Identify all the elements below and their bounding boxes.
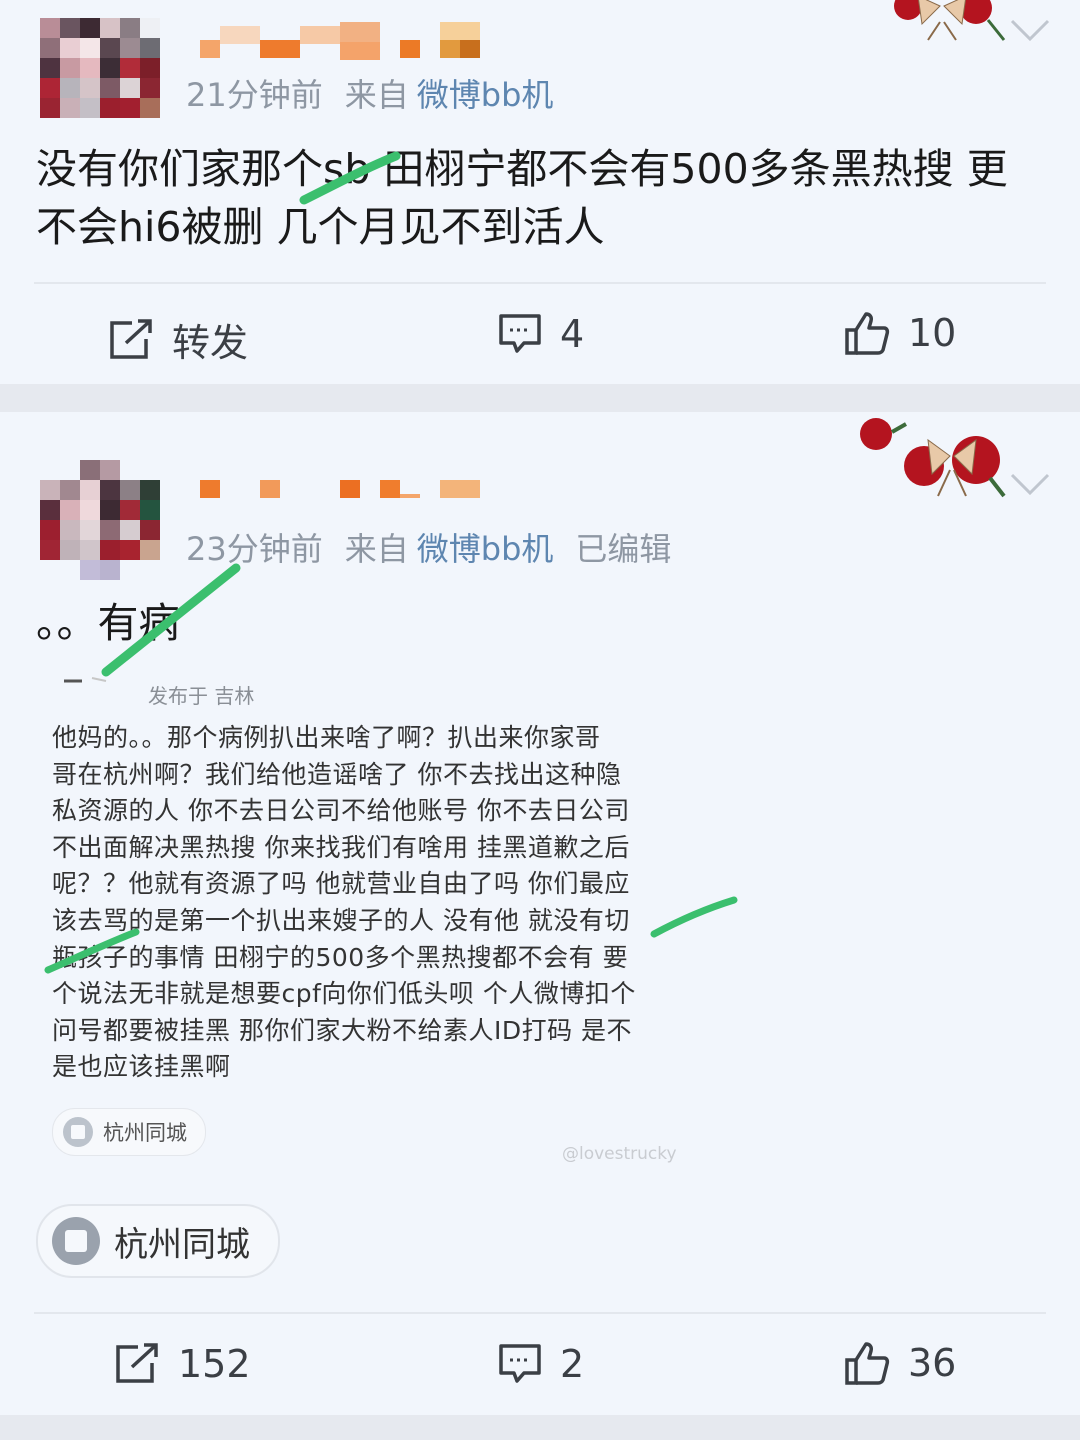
post-text: 。。有病 [36, 599, 180, 647]
comment-icon [499, 314, 541, 353]
building-icon [63, 1117, 93, 1147]
building-icon [52, 1217, 100, 1265]
like-button[interactable]: 10 [844, 310, 956, 356]
post-time: 23分钟前 [186, 530, 323, 568]
comment-count: 2 [560, 1342, 585, 1386]
embed-line: 是也应该挂黑啊 [52, 1052, 231, 1082]
post-text: 没有你们家那个sb 田栩宁都不会有500多条黑热搜 更 不会hi6被删 几个月见… [36, 140, 1046, 256]
avatar[interactable] [40, 460, 160, 580]
chevron-down-icon[interactable] [1010, 18, 1050, 42]
location-label: 杭州同城 [114, 1224, 250, 1265]
embed-line: 不出面解决黑热搜 你来找我们有啥用 挂黑道歉之后 [52, 832, 630, 862]
post-time: 21分钟前 [186, 76, 323, 114]
divider [34, 1312, 1046, 1314]
embed-body: 他妈的。。那个病例扒出来啥了啊？扒出来你家哥 哥在杭州啊？我们给他造谣啥了 你不… [52, 720, 702, 1086]
like-count: 10 [908, 311, 957, 355]
embed-line: 该去骂的是第一个扒出来嫂子的人 没有他 就没有切 [52, 905, 630, 935]
divider [34, 282, 1046, 284]
embed-location-label: 杭州同城 [103, 1121, 187, 1145]
location-chip[interactable]: 杭州同城 [36, 1204, 280, 1278]
nickname-blurred[interactable] [200, 478, 490, 518]
comment-icon [499, 1344, 541, 1383]
like-count: 36 [908, 1341, 957, 1385]
source-link[interactable]: 微博bb机 [417, 76, 554, 114]
post-card: 21分钟前 来自 微博bb机 没有你们家那个sb 田栩宁都不会有500多条黑热搜 更… [0, 0, 1080, 384]
avatar[interactable] [40, 18, 160, 118]
embed-line: 个说法无非就是想要cpf向你们低头呗 个人微博扣个 [52, 979, 636, 1009]
repost-icon [110, 318, 152, 359]
thumbs-up-icon [845, 312, 890, 355]
embed-line: 呢？？他就有资源了吗 他就营业自由了吗 你们最应 [52, 869, 630, 899]
nickname-blurred[interactable] [200, 22, 490, 62]
chevron-down-icon[interactable] [1010, 472, 1050, 496]
post-text-line: 不会hi6被删 几个月见不到活人 [36, 203, 605, 251]
feed-separator [0, 384, 1080, 412]
comment-button[interactable]: 2 [498, 1342, 584, 1386]
repost-button[interactable]: 152 [114, 1342, 251, 1386]
from-label: 来自 [344, 76, 409, 114]
edited-label: 已编辑 [575, 530, 672, 568]
embed-line: 问号都要被挂黑 那你们家大粉不给素人ID打码 是不 [52, 1015, 633, 1045]
avatar-thumbnail [64, 677, 107, 683]
repost-icon [116, 1343, 158, 1383]
feed-separator [0, 1415, 1080, 1440]
rose-butterfly-decoration [858, 412, 1008, 508]
embed-line: 私资源的人 你不去日公司不给他账号 你不去日公司 [52, 796, 630, 826]
weibo-watermark: @lovestrucky [562, 1144, 677, 1164]
rose-butterfly-decoration [888, 0, 1008, 46]
comment-button[interactable]: 4 [498, 312, 584, 356]
repost-label: 转发 [172, 321, 249, 365]
thumbs-up-icon [845, 1342, 890, 1385]
source-link[interactable]: 微博bb机 [417, 530, 554, 568]
embed-location-meta: 发布于 吉林 [148, 684, 255, 708]
embed-line: 他妈的。。那个病例扒出来啥了啊？扒出来你家哥 [52, 723, 601, 752]
repost-count: 152 [178, 1342, 251, 1386]
embed-location-chip: 杭州同城 [52, 1108, 206, 1156]
repost-button[interactable]: 转发 [108, 312, 248, 367]
embedded-screenshot[interactable]: 发布于 吉林 他妈的。。那个病例扒出来啥了啊？扒出来你家哥 哥在杭州啊？我们给他… [40, 666, 720, 1176]
post-meta: 21分钟前 来自 微博bb机 [186, 70, 575, 116]
post-text-line: 没有你们家那个sb 田栩宁都不会有500多条黑热搜 更 [36, 145, 1008, 193]
from-label: 来自 [344, 530, 409, 568]
embed-line: 哥在杭州啊？我们给他造谣啥了 你不去找出这种隐 [52, 759, 622, 789]
embed-line: 瓶孩子的事情 田栩宁的500多个黑热搜都不会有 要 [52, 942, 629, 972]
post-meta: 23分钟前 来自 微博bb机 已编辑 [186, 524, 693, 570]
comment-count: 4 [560, 312, 585, 356]
like-button[interactable]: 36 [844, 1340, 956, 1386]
